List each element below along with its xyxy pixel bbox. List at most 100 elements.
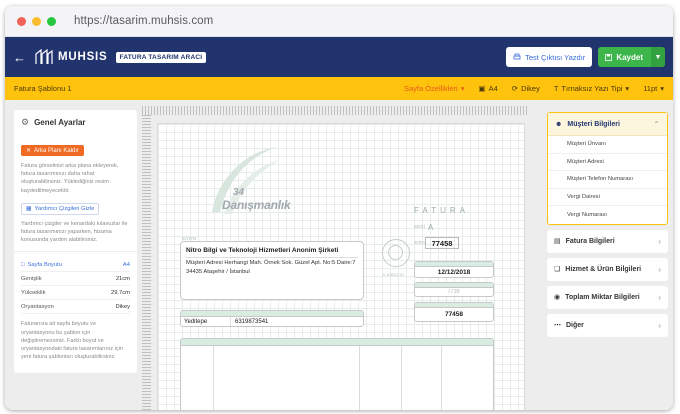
height-label: Yükseklik [21,289,46,296]
customer-info-section: ☻ Müşteri Bilgileri ⌃ Müşteri Ünvanı Müş… [547,112,668,225]
font-family-label: Tırnaksız Yazı Tipi [561,84,623,93]
printer-icon [513,53,521,60]
products-label: Hizmet & Ürün Bilgileri [565,265,642,273]
save-label: Kaydet [616,52,643,62]
user-icon: ☻ [555,120,563,128]
seri-value[interactable]: A [428,223,433,232]
customer-address[interactable]: Müşteri Adresi Herhangi Mah. Örnek Sok. … [186,257,358,277]
font-family-dropdown[interactable]: T Tırnaksız Yazı Tipi ▾ [554,84,629,93]
totals-section[interactable]: ◉ Toplam Miktar Bilgileri › [547,285,668,309]
dispatch-number-value[interactable]: 77458 [415,308,493,321]
totals-header[interactable]: ◉ Toplam Miktar Bilgileri › [547,286,668,309]
dispatch-date-value[interactable]: / / 20 [415,288,493,296]
page-size-button[interactable]: ▣ A4 [478,84,497,93]
orientation-row-value: Dikey [115,303,131,310]
save-dropdown-chevron-icon[interactable]: ▼ [651,47,665,67]
logo-number: 34 [233,187,245,198]
address-bar[interactable]: https://tasarim.muhsis.com [74,15,213,27]
customer-info-header[interactable]: ☻ Müşteri Bilgileri ⌃ [548,113,667,136]
tax-office-value[interactable]: Yeditepe [181,317,231,326]
design-canvas[interactable]: 34 Danışmanlık FATURA SERİ A SIRA 77458 … [142,106,529,410]
remove-background-label: Arka Planı Kaldır [34,147,80,154]
browser-bar: https://tasarim.muhsis.com [5,6,673,37]
width-row: Genişlik 21cm [21,272,130,287]
hide-guides-button[interactable]: ▦ Yardımcı Çizgileri Gizle [21,202,100,215]
guides-description: Yardımcı çizgiler ve kenardaki kılavuzla… [21,220,128,244]
font-size-label: 11pt [643,84,658,93]
other-label: Diğer [566,321,584,329]
minimize-window-button[interactable] [32,16,41,26]
field-tax-office[interactable]: Vergi Dairesi [548,189,667,206]
hide-guides-label: Yardımcı Çizgileri Gizle [34,205,95,212]
font-size-dropdown[interactable]: 11pt ▾ [643,84,664,93]
horizontal-ruler[interactable] [142,106,529,115]
field-customer-title[interactable]: Müşteri Ünvanı [548,136,667,154]
chevron-right-icon: › [658,264,661,274]
text-icon: T [553,84,559,93]
field-customer-address[interactable]: Müşteri Adresi [548,154,667,171]
app-badge: FATURA TASARIM ARACI [115,51,207,63]
products-section[interactable]: ❏ Hizmet & Ürün Bilgileri › [547,257,668,281]
dispatch-date-box[interactable]: / / 20 [414,282,494,297]
invoice-date-value[interactable]: 12/12/2018 [415,267,493,277]
invoice-paper[interactable]: 34 Danışmanlık FATURA SERİ A SIRA 77458 … [157,123,525,410]
tax-number-value[interactable]: 6319873541 [231,319,268,325]
page-size-icon: ▣ [478,84,486,93]
totals-label: Toplam Miktar Bilgileri [565,293,640,301]
back-arrow-icon[interactable]: ← [13,50,26,65]
orientation-button[interactable]: ⟳ Dikey [512,84,540,93]
general-settings-title: Genel Ayarlar [34,118,86,127]
products-header[interactable]: ❏ Hizmet & Ürün Bilgileri › [547,258,668,281]
chevron-down-icon: ▾ [625,84,630,93]
seri-label: SERİ [414,224,426,229]
tax-info-box[interactable]: Yeditepe 6319873541 [180,310,364,327]
save-button[interactable]: Kaydet ▼ [598,47,665,67]
invoice-title[interactable]: FATURA [414,206,469,215]
general-settings-panel: ⚙ Genel Ayarlar ✕ Arka Planı Kaldır Fatu… [14,110,137,373]
chevron-right-icon: › [658,292,661,302]
background-description: Fatura görselinizi arka plana ekleyerek,… [21,163,119,194]
field-tax-number[interactable]: Vergi Numarası [548,206,667,224]
chevron-down-icon: ▾ [460,84,465,93]
page-properties-label: Sayfa Özellikleri [403,84,458,93]
height-value: 29.7cm [110,289,130,296]
sira-value[interactable]: 77458 [425,237,459,249]
items-table[interactable] [180,338,494,410]
page-size-row-label: Sayfa Boyutu [27,261,62,268]
invoice-info-label: Fatura Bilgileri [565,237,615,245]
dispatch-number-box[interactable]: 77458 [414,302,494,322]
app-header: ← MUHSIS FATURA TASARIM ARACI Test Çıktı… [5,37,673,77]
design-toolbar: Fatura Şablonu 1 Sayfa Özellikleri ▾ ▣ A4… [5,77,673,100]
page-properties-dropdown[interactable]: Sayfa Özellikleri ▾ [404,84,465,93]
other-header[interactable]: ⋯ Diğer › [547,314,668,337]
test-print-label: Test Çıktısı Yazdır [525,52,586,62]
remove-background-button[interactable]: ✕ Arka Planı Kaldır [21,145,85,156]
close-window-button[interactable] [17,16,26,26]
general-settings-header: ⚙ Genel Ayarlar [21,117,130,128]
vertical-ruler[interactable] [142,115,151,410]
template-title[interactable]: Fatura Şablonu 1 [14,84,72,93]
save-icon [605,53,613,61]
maximize-window-button[interactable] [47,16,56,26]
invoice-info-header[interactable]: ▤ Fatura Bilgileri › [547,230,668,253]
rotate-icon: ⟳ [511,84,519,93]
app-logo-text: MUHSIS [58,51,108,63]
width-value: 21cm [115,275,130,282]
field-customer-phone[interactable]: Müşteri Telefon Numarası [548,171,667,189]
coin-icon: ◉ [554,294,561,301]
stamp-seal [382,239,410,267]
chevron-right-icon: › [658,320,661,330]
customer-info-box[interactable]: Nitro Bilgi ve Teknoloji Hizmetleri Anon… [180,241,364,300]
chevron-up-icon: ⌃ [653,119,660,129]
invoice-date-box[interactable]: 12/12/2018 [414,261,494,278]
close-icon: ✕ [26,148,32,154]
invoice-info-section[interactable]: ▤ Fatura Bilgileri › [547,229,668,253]
orientation-row: Oryantasyon Dikey [21,300,131,315]
document-icon: □ [21,261,25,268]
test-print-button[interactable]: Test Çıktısı Yazdır [506,47,593,67]
box-icon: ❏ [554,266,561,273]
muhsis-logo-icon [35,49,53,64]
width-label: Genişlik [21,275,42,282]
other-section[interactable]: ⋯ Diğer › [547,313,668,337]
customer-name[interactable]: Nitro Bilgi ve Teknoloji Hizmetleri Anon… [186,246,358,255]
